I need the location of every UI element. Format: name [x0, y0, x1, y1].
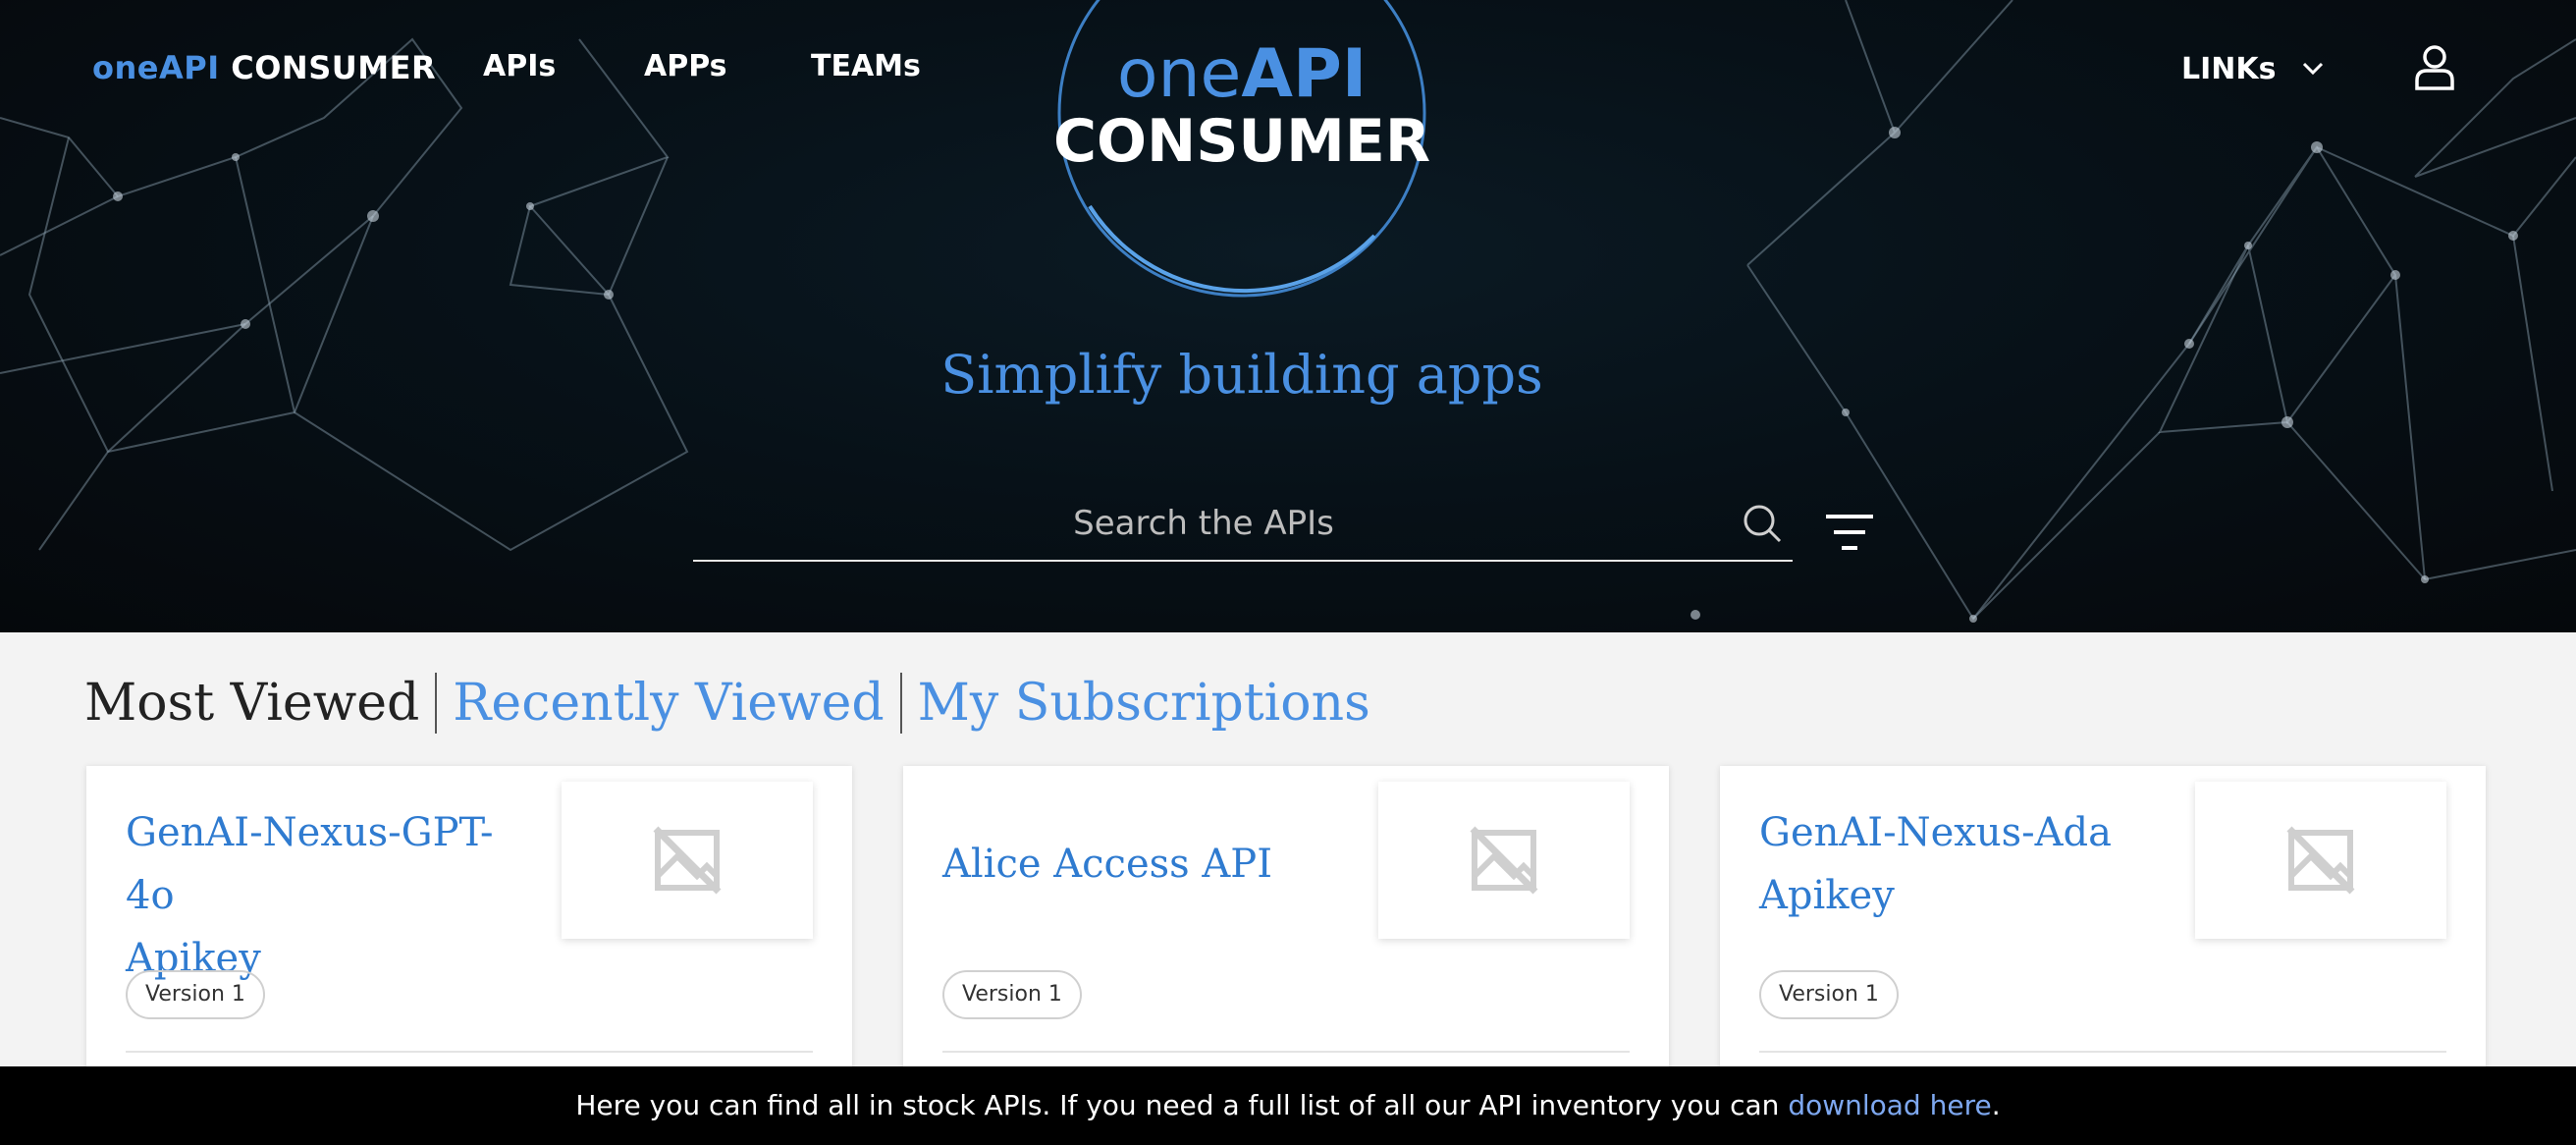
- version-badge: Version 1: [126, 970, 265, 1019]
- logo-api: API: [1241, 35, 1367, 113]
- logo-one: one: [1117, 35, 1242, 113]
- inventory-info-bar: Here you can find all in stock APIs. If …: [0, 1066, 2576, 1145]
- version-badge: Version 1: [942, 970, 1082, 1019]
- api-card-title[interactable]: GenAI-Nexus-Ada Apikey: [1759, 801, 2172, 927]
- chevron-down-icon: [2302, 62, 2323, 76]
- tab-my-subscriptions[interactable]: My Subscriptions: [918, 674, 1370, 733]
- filter-icon[interactable]: [1824, 513, 1875, 552]
- api-card-title-line: GenAI-Nexus-Ada: [1759, 810, 2112, 855]
- info-bar-suffix: .: [1991, 1089, 2001, 1121]
- info-bar-text: Here you can find all in stock APIs. If …: [575, 1089, 1789, 1121]
- api-card-title-line: Apikey: [1759, 873, 1895, 918]
- svg-text:oneAPI: oneAPI: [1117, 35, 1367, 113]
- hero-tagline: Simplify building apps: [940, 344, 1543, 406]
- image-unavailable-icon: [653, 826, 722, 895]
- api-card-title-line: Alice Access API: [942, 842, 1272, 887]
- version-badge: Version 1: [1759, 970, 1899, 1019]
- search-input[interactable]: [693, 491, 1714, 556]
- nav-apps[interactable]: APPs: [644, 49, 727, 83]
- api-card-title[interactable]: GenAI-Nexus-GPT-4o Apikey: [126, 801, 538, 990]
- hero-banner: oneAPI CONSUMER APIs APPs TEAMs LINKs on…: [0, 0, 2576, 632]
- tab-most-viewed[interactable]: Most Viewed: [84, 674, 419, 733]
- api-card-title[interactable]: Alice Access API: [942, 833, 1355, 896]
- api-card-thumbnail: [562, 782, 813, 939]
- view-tabs: Most Viewed Recently Viewed My Subscript…: [84, 664, 1370, 742]
- api-card-thumbnail: [2195, 782, 2446, 939]
- card-divider: [126, 1051, 813, 1053]
- download-link[interactable]: download here: [1788, 1089, 1991, 1121]
- search-icon[interactable]: [1742, 503, 1783, 544]
- nav-teams[interactable]: TEAMs: [811, 49, 921, 83]
- oneapi-consumer-logo: oneAPI CONSUMER: [1053, 0, 1430, 298]
- tab-divider: [435, 673, 438, 734]
- links-label: LINKs: [2181, 51, 2277, 86]
- brand-accent: oneAPI: [92, 49, 220, 86]
- logo-consumer: CONSUMER: [1053, 107, 1430, 176]
- api-card-thumbnail: [1378, 782, 1630, 939]
- tab-recently-viewed[interactable]: Recently Viewed: [453, 674, 884, 733]
- search-bar: [693, 491, 1793, 562]
- card-divider: [1759, 1051, 2446, 1053]
- nav-apis[interactable]: APIs: [483, 49, 556, 83]
- api-card-title-line: GenAI-Nexus-GPT-4o: [126, 810, 494, 918]
- brand-logo-text[interactable]: oneAPI CONSUMER: [92, 49, 436, 86]
- image-unavailable-icon: [1470, 826, 1538, 895]
- card-divider: [942, 1051, 1630, 1053]
- image-unavailable-icon: [2286, 826, 2355, 895]
- tab-divider: [899, 673, 902, 734]
- links-dropdown[interactable]: LINKs: [2181, 49, 2324, 88]
- brand-main: CONSUMER: [231, 49, 437, 86]
- user-icon[interactable]: [2413, 43, 2456, 90]
